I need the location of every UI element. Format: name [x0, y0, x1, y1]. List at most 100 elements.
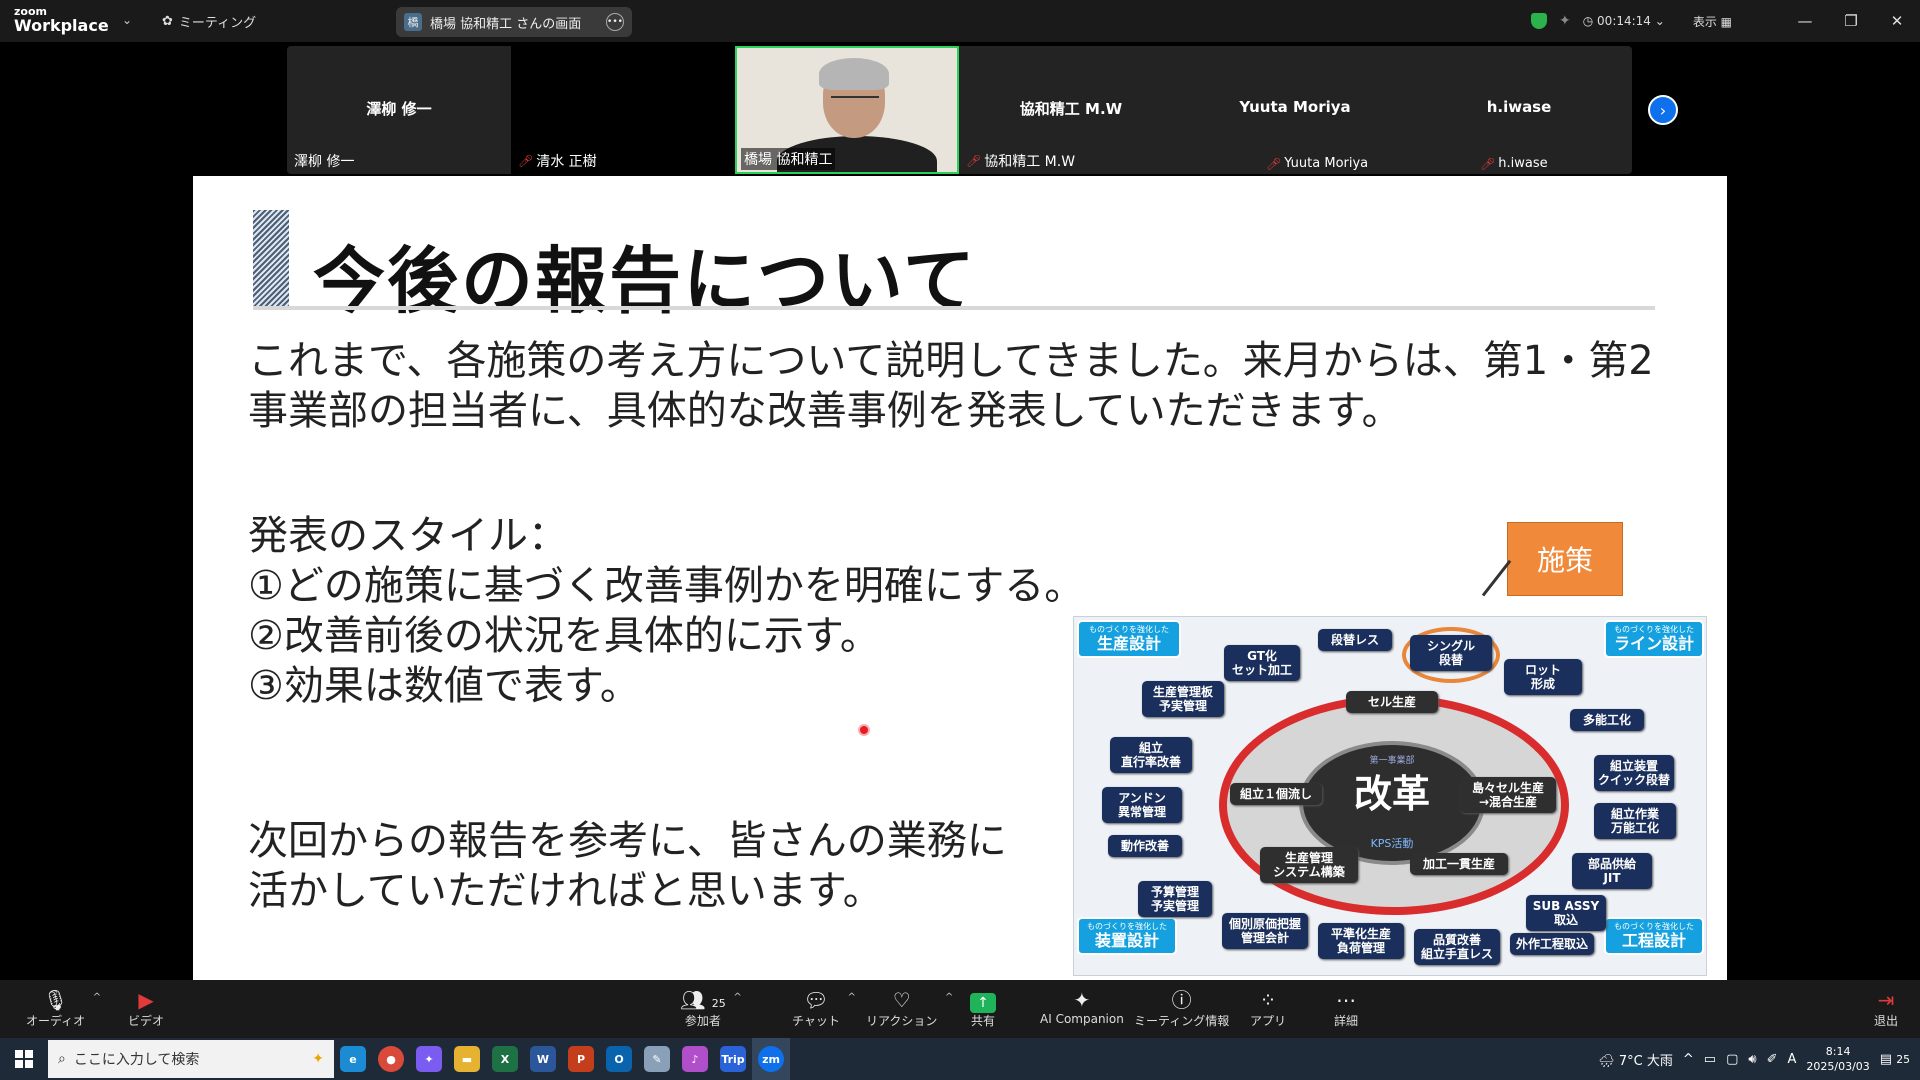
- chat-icon: 💬︎: [803, 988, 829, 1012]
- muted-mic-icon: 🎤︎: [1480, 156, 1496, 171]
- word-icon[interactable]: W: [524, 1038, 562, 1080]
- kaizen-diagram: 第一事業部 改革 KPS活動 ものづくりを強化した 生産設計 ものづくりを強化した…: [1073, 616, 1707, 976]
- style-item: ①どの施策に基づく改善事例かを明確にする。: [248, 563, 1085, 609]
- participants-label: 参加者: [684, 1014, 721, 1028]
- volume-icon[interactable]: 🔊︎: [1748, 1052, 1756, 1067]
- leave-button[interactable]: ⇥ 退出: [1874, 988, 1898, 1029]
- participant-name: 清水 正樹: [536, 154, 597, 170]
- participant-count: 25: [711, 997, 726, 1010]
- excel-icon[interactable]: X: [486, 1038, 524, 1080]
- video-button[interactable]: ▶︎ ビデオ: [128, 988, 164, 1029]
- muted-mic-icon: 🎤︎: [518, 154, 534, 168]
- leave-icon: ⇥: [1877, 988, 1895, 1012]
- clock-time: 8:14: [1825, 1045, 1851, 1058]
- paint-icon[interactable]: ✎: [638, 1038, 676, 1080]
- node-ikkan: 加工一貫生産: [1410, 853, 1508, 875]
- view-menu[interactable]: 表示 ▦: [1693, 13, 1732, 30]
- meeting-icon: ✿: [162, 14, 173, 29]
- meeting-info-button[interactable]: ⓘ ミーティング情報: [1134, 988, 1229, 1029]
- participant-gallery: 澤柳 修一 澤柳 修一 🎤︎ 清水 正樹 橋場 協和精工 協和精工 M.W 🎤︎ 協…: [287, 46, 1632, 174]
- clock-date: 2025/03/03: [1806, 1060, 1870, 1073]
- edge-icon[interactable]: e: [334, 1038, 372, 1080]
- powerpoint-icon[interactable]: P: [562, 1038, 600, 1080]
- taskbar-clock[interactable]: 8:14 2025/03/03: [1806, 1044, 1869, 1074]
- more-button[interactable]: ⋯ 詳細: [1334, 988, 1358, 1029]
- participant-name-tag: 澤柳 修一: [291, 150, 357, 172]
- chevron-up-icon[interactable]: ^: [733, 992, 741, 1003]
- callout-box: 施策: [1507, 522, 1623, 596]
- ai-sparkle-icon: ✦: [1073, 988, 1091, 1012]
- style-item: ③効果は数値で表す。: [248, 663, 640, 709]
- chevron-up-icon[interactable]: ^: [848, 992, 856, 1003]
- gallery-next-icon[interactable]: ›: [1648, 95, 1678, 125]
- active-speaker-video[interactable]: 橋場 協和精工: [735, 46, 959, 174]
- speaker-glasses: [831, 96, 879, 102]
- taskbar-search-input[interactable]: ⌕ ここに入力して検索 ✦: [48, 1040, 334, 1078]
- apps-button[interactable]: ⁘ アプリ: [1250, 988, 1286, 1029]
- network-icon[interactable]: ▭: [1704, 1052, 1716, 1067]
- reaction-button[interactable]: ♡ リアクション ^: [866, 988, 953, 1029]
- copilot-sparkle-icon: ✦: [312, 1051, 324, 1067]
- corner-text: 生産設計: [1096, 634, 1161, 653]
- ai-sparkle-icon[interactable]: ✦: [1559, 13, 1571, 29]
- weather-widget[interactable]: 🌧︎ 7°C 大雨: [1598, 1050, 1673, 1069]
- slide-title: 今後の報告について: [313, 239, 977, 323]
- node-andon: アンドン 異常管理: [1102, 787, 1182, 823]
- meeting-menu[interactable]: ✿ ミーティング: [162, 12, 256, 31]
- screen-share-tab[interactable]: 橋 橋場 協和精工 さんの画面 •••: [396, 7, 632, 37]
- chrome-icon[interactable]: ●: [372, 1038, 410, 1080]
- more-options-icon[interactable]: •••: [606, 13, 624, 31]
- chat-label: チャット: [792, 1014, 840, 1028]
- meeting-label: ミーティング: [178, 16, 257, 31]
- video-off-icon: ▶︎: [138, 988, 154, 1012]
- file-explorer-icon[interactable]: ▬: [448, 1038, 486, 1080]
- minimize-icon[interactable]: —: [1782, 12, 1828, 30]
- ime-indicator[interactable]: A: [1787, 1052, 1796, 1067]
- meeting-timer[interactable]: ◷ 00:14:14 ⌄: [1583, 14, 1665, 28]
- pen-icon[interactable]: ✐: [1767, 1052, 1778, 1067]
- participant-center-name: h.iwase: [1486, 98, 1552, 116]
- encryption-shield-icon[interactable]: [1531, 13, 1548, 29]
- node-hinshitsu: 品質改善 組立手直レス: [1414, 929, 1500, 965]
- participant-name: 澤柳 修一: [294, 154, 355, 170]
- share-button[interactable]: ↑ 共有: [970, 988, 996, 1029]
- chevron-up-icon[interactable]: ^: [1683, 1052, 1694, 1067]
- shared-slide: 今後の報告について これまで、各施策の考え方について説明してきました。来月からは…: [193, 176, 1727, 980]
- muted-mic-icon: 🎤︎: [1266, 156, 1282, 171]
- node-tanou: 多能工化: [1570, 709, 1644, 731]
- participant-name: 橋場 協和精工: [744, 152, 833, 168]
- zoom-logo[interactable]: zoom Workplace: [14, 6, 109, 34]
- zoom-taskbar-icon[interactable]: zm: [752, 1038, 790, 1080]
- closing-line: 次回からの報告を参考に、皆さんの業務に: [248, 818, 1007, 864]
- corner-text: ライン設計: [1613, 634, 1694, 653]
- style-heading: 発表のスタイル：: [248, 513, 568, 559]
- participant-tile[interactable]: 澤柳 修一 澤柳 修一: [287, 46, 511, 174]
- participant-tile[interactable]: 協和精工 M.W 🎤︎ 協和精工 M.W: [959, 46, 1183, 174]
- timer-text: 00:14:14: [1597, 14, 1651, 28]
- chevron-up-icon[interactable]: ^: [945, 992, 953, 1003]
- copilot-icon[interactable]: ✦: [410, 1038, 448, 1080]
- media-player-icon[interactable]: ♪: [676, 1038, 714, 1080]
- style-item: ②改善前後の状況を具体的に示す。: [248, 613, 880, 659]
- participants-button[interactable]: 👥︎ 25 参加者 ^: [680, 988, 742, 1029]
- participant-tile[interactable]: h.iwase 🎤︎ h.iwase: [1407, 46, 1631, 174]
- chevron-down-icon[interactable]: ⌄: [122, 13, 132, 27]
- chevron-up-icon[interactable]: ^: [93, 992, 101, 1003]
- notification-icon[interactable]: ▤ 25: [1880, 1052, 1910, 1067]
- chat-button[interactable]: 💬︎ チャット ^: [792, 988, 856, 1029]
- sharer-avatar: 橋: [404, 13, 422, 31]
- participant-center-name: 協和精工 M.W: [1019, 100, 1123, 118]
- close-icon[interactable]: ✕: [1874, 12, 1920, 30]
- windows-start-icon[interactable]: [0, 1038, 48, 1080]
- participant-center-name: Yuuta Moriya: [1239, 98, 1351, 116]
- restore-icon[interactable]: ❐: [1828, 12, 1874, 30]
- outlook-icon[interactable]: O: [600, 1038, 638, 1080]
- participant-tile[interactable]: Yuuta Moriya 🎤︎ Yuuta Moriya: [1183, 46, 1407, 174]
- display-icon[interactable]: ▢: [1726, 1052, 1738, 1067]
- search-placeholder: ここに入力して検索: [73, 1052, 200, 1068]
- participant-tile[interactable]: 🎤︎ 清水 正樹: [511, 46, 735, 174]
- ai-companion-button[interactable]: ✦ AI Companion: [1040, 988, 1124, 1026]
- speaker-hair: [819, 58, 889, 90]
- trip-icon[interactable]: Trip: [714, 1038, 752, 1080]
- audio-button[interactable]: 🎙︎ オーディオ ^: [26, 988, 101, 1029]
